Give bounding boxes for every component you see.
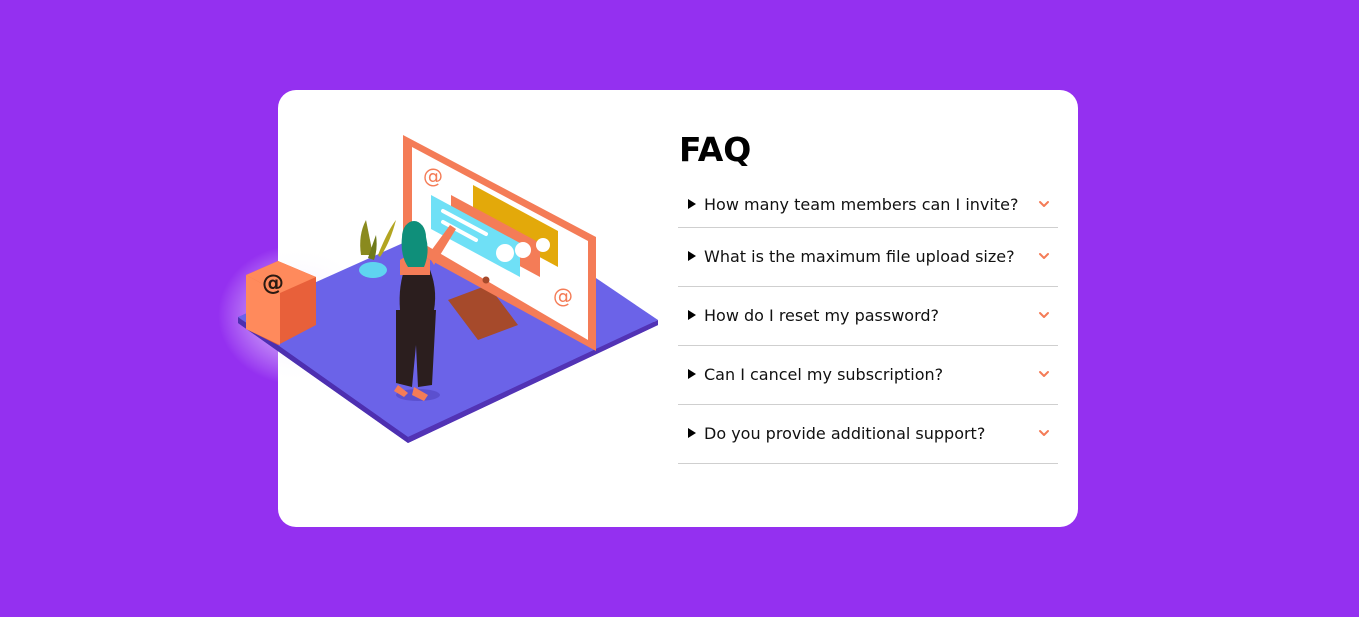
faq-question[interactable]: Do you provide additional support? xyxy=(704,424,1036,443)
faq-question[interactable]: What is the maximum file upload size? xyxy=(704,247,1036,266)
faq-question-row[interactable]: How many team members can I invite? xyxy=(688,192,1058,216)
faq-title: FAQ xyxy=(679,130,752,169)
faq-section: FAQ How many team members can I invite? … xyxy=(678,130,1058,464)
disclosure-triangle-icon xyxy=(688,251,696,261)
chevron-down-icon[interactable] xyxy=(1036,366,1052,382)
chevron-down-icon[interactable] xyxy=(1036,425,1052,441)
faq-question[interactable]: How many team members can I invite? xyxy=(704,195,1036,214)
faq-question-row[interactable]: Do you provide additional support? xyxy=(688,421,1058,445)
at-glyph-icon: @ xyxy=(423,164,443,188)
faq-item[interactable]: Do you provide additional support? xyxy=(678,405,1058,464)
chevron-down-icon[interactable] xyxy=(1036,307,1052,323)
disclosure-triangle-icon xyxy=(688,310,696,320)
faq-card: @ @ @ FAQ How many team members can I in… xyxy=(218,90,1078,527)
faq-item[interactable]: What is the maximum file upload size? xyxy=(678,228,1058,287)
at-glyph-icon: @ xyxy=(262,271,284,296)
faq-question[interactable]: Can I cancel my subscription? xyxy=(704,365,1036,384)
faq-question-row[interactable]: Can I cancel my subscription? xyxy=(688,362,1058,386)
faq-question-row[interactable]: What is the maximum file upload size? xyxy=(688,244,1058,268)
disclosure-triangle-icon xyxy=(688,369,696,379)
faq-list: How many team members can I invite? What… xyxy=(678,192,1058,464)
chevron-down-icon[interactable] xyxy=(1036,196,1052,212)
faq-question-row[interactable]: How do I reset my password? xyxy=(688,303,1058,327)
faq-item[interactable]: How many team members can I invite? xyxy=(678,192,1058,228)
faq-item[interactable]: How do I reset my password? xyxy=(678,287,1058,346)
disclosure-triangle-icon xyxy=(688,199,696,209)
disclosure-triangle-icon xyxy=(688,428,696,438)
faq-item[interactable]: Can I cancel my subscription? xyxy=(678,346,1058,405)
chevron-down-icon[interactable] xyxy=(1036,248,1052,264)
faq-question[interactable]: How do I reset my password? xyxy=(704,306,1036,325)
woman-at-computer-illustration: @ @ @ xyxy=(218,135,658,443)
at-glyph-icon: @ xyxy=(553,284,573,308)
